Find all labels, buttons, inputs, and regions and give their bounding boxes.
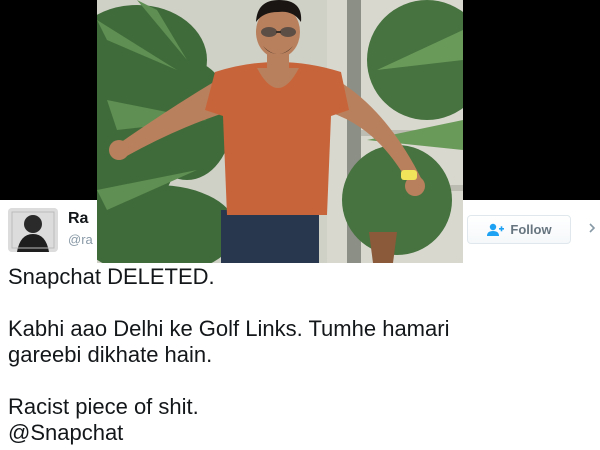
tweet-line: gareebi dikhate hain. xyxy=(8,342,213,367)
avatar-image xyxy=(8,208,58,252)
tweet-text: Snapchat DELETED. Kabhi aao Delhi ke Gol… xyxy=(8,264,598,446)
follow-label: Follow xyxy=(510,222,552,237)
add-person-icon xyxy=(486,223,505,237)
mention-link[interactable]: @Snapchat xyxy=(8,420,598,446)
tweet-line: Racist piece of shit. xyxy=(8,394,199,419)
person-photo xyxy=(97,0,463,263)
follow-button[interactable]: Follow xyxy=(467,215,571,244)
tweet-line: Snapchat DELETED. xyxy=(8,264,215,289)
avatar[interactable] xyxy=(8,208,58,252)
author-name[interactable]: Ra xyxy=(68,210,88,228)
screenshot: Ra @ra Follow Snapchat DELETED. Kabhi aa… xyxy=(0,0,600,450)
photo xyxy=(97,0,463,263)
author-handle[interactable]: @ra xyxy=(68,232,93,247)
chevron-down-icon[interactable] xyxy=(588,220,598,234)
tweet-line: Kabhi aao Delhi ke Golf Links. Tumhe ham… xyxy=(8,316,450,341)
